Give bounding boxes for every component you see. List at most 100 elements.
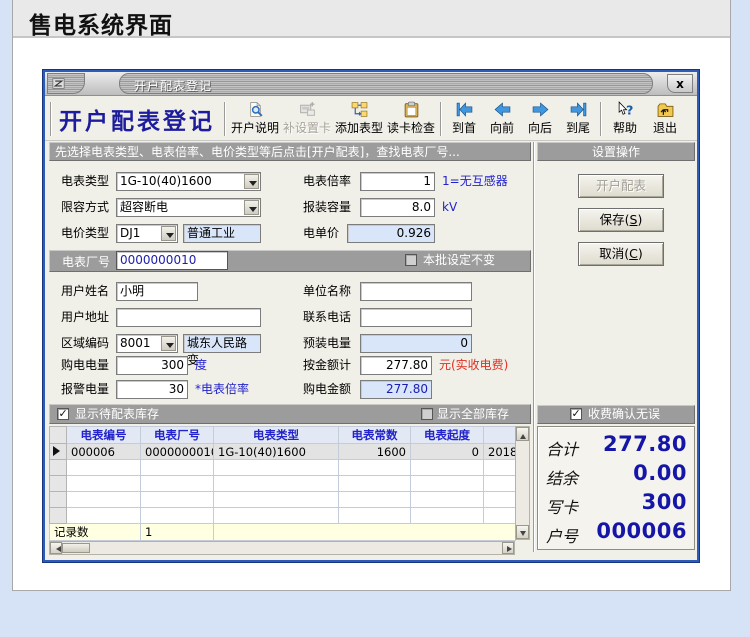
close-button[interactable]: x (667, 74, 693, 93)
doc-search-icon (249, 102, 263, 117)
table-footer-row: 记录数 1 (49, 523, 516, 541)
table-empty-row (49, 491, 516, 508)
batch-fixed-checkbox[interactable] (405, 254, 417, 266)
address-input[interactable] (116, 308, 261, 327)
column-header-extra[interactable] (483, 426, 516, 444)
hint-bar: 先选择电表类型、电表倍率、电价类型等后点击[开户配表]，查找电表厂号... (49, 142, 531, 161)
record-count-label: 记录数 (49, 523, 141, 541)
toolbar-button-open-help[interactable]: 开户说明 (229, 99, 281, 139)
scrollbar-thumb[interactable] (62, 543, 90, 553)
meter-ratio-label: 电表倍率 (303, 174, 352, 188)
write-card-label: 写卡 (546, 498, 579, 517)
org-name-input[interactable] (360, 282, 472, 301)
column-header-meter-type[interactable]: 电表类型 (213, 426, 339, 444)
column-header-factory-no[interactable]: 电表厂号 (140, 426, 214, 444)
write-card-value: 300 (641, 490, 687, 514)
toolbar-button-next[interactable]: 向后 (521, 99, 559, 139)
phone-label: 联系电话 (303, 310, 352, 324)
toolbar-button-first[interactable]: 到首 (445, 99, 483, 139)
window-titlebar: 开户配表登记 x (45, 72, 697, 96)
show-all-label: 显示全部库存 (437, 407, 510, 421)
limit-mode-label: 限容方式 (61, 200, 110, 214)
capacity-hint: kV (442, 200, 458, 214)
price-type-combo[interactable]: DJ1 (116, 224, 178, 243)
record-count-value: 1 (140, 523, 214, 541)
meter-ratio-input[interactable]: 1 (360, 172, 435, 191)
toolbar-separator (600, 101, 603, 136)
toolbar-button-help[interactable]: ? 帮助 (605, 99, 645, 139)
toolbar-button-exit[interactable]: 退出 (645, 99, 685, 139)
toolbar-separator (440, 101, 443, 136)
window-logo-icon (52, 78, 65, 89)
meter-ratio-hint: 1=无互感器 (442, 174, 508, 188)
page-title: 售电系统界面 (29, 13, 173, 39)
toolbar-button-read-card[interactable]: 读卡检查 (385, 99, 437, 139)
alarm-qty-hint: *电表倍率 (195, 382, 250, 396)
by-amount-label: 按金额计 (303, 358, 352, 372)
table-empty-row (49, 475, 516, 492)
column-header-meter-id[interactable]: 电表编号 (66, 426, 141, 444)
column-header-meter-constant[interactable]: 电表常数 (338, 426, 411, 444)
selector-column-header[interactable] (49, 426, 67, 444)
svg-text:?: ? (626, 103, 633, 118)
scroll-right-button[interactable] (502, 542, 514, 554)
phone-input[interactable] (360, 308, 472, 327)
panel-title-bar: 设置操作 (537, 142, 695, 161)
capacity-input[interactable]: 8.0 (360, 198, 435, 217)
toolbar-grip (50, 101, 52, 136)
user-name-label: 用户姓名 (61, 284, 110, 298)
area-code-combo[interactable]: 8001 (116, 334, 178, 353)
purchase-qty-hint: 度 (195, 358, 208, 372)
purchase-qty-input[interactable]: 300 (116, 356, 188, 375)
toolbar-button-prev[interactable]: 向前 (483, 99, 521, 139)
vertical-scrollbar[interactable] (515, 426, 530, 540)
page-header: 售电系统界面 (13, 0, 730, 39)
last-record-icon (570, 102, 586, 117)
price-type-desc: 普通工业 (183, 224, 261, 243)
purchase-amt-label: 购电金额 (303, 382, 352, 396)
horizontal-scrollbar[interactable] (49, 541, 515, 555)
read-card-icon (404, 101, 418, 118)
show-all-checkbox[interactable] (421, 408, 433, 420)
row-selector[interactable] (49, 443, 67, 460)
scroll-up-button[interactable] (516, 427, 529, 441)
alarm-qty-input[interactable]: 30 (116, 380, 188, 399)
by-amount-input[interactable]: 277.80 (360, 356, 432, 375)
balance-label: 结余 (546, 469, 579, 488)
write-card-row: 写卡 300 (538, 489, 694, 517)
show-pending-checkbox[interactable] (57, 407, 69, 420)
chevron-down-icon[interactable] (244, 200, 259, 215)
area-desc-field: 城东人民路变 (183, 334, 261, 367)
setup-card-icon (299, 102, 315, 116)
toolbar-separator (224, 101, 226, 136)
save-button[interactable]: 保存(S) (578, 208, 664, 232)
toolbar-button-last[interactable]: 到尾 (559, 99, 597, 139)
add-meter-type-icon (351, 102, 367, 117)
table-row[interactable]: 000006 0000000010 1G-10(40)1600 1600 0 2… (49, 443, 516, 460)
unit-price-field: 0.926 (347, 224, 435, 243)
limit-mode-combo[interactable]: 超容断电 (116, 198, 261, 217)
chevron-down-icon[interactable] (161, 226, 176, 241)
meter-type-label: 电表类型 (61, 174, 110, 188)
titlebar-pill: 开户配表登记 (119, 73, 653, 94)
chevron-down-icon[interactable] (244, 174, 259, 189)
cancel-button[interactable]: 取消(C) (578, 242, 664, 266)
window-title: 开户配表登记 (134, 79, 213, 93)
fee-confirm-checkbox[interactable] (570, 407, 582, 420)
scroll-down-button[interactable] (516, 525, 529, 539)
scroll-left-button[interactable] (50, 542, 62, 554)
user-name-input[interactable]: 小明 (116, 282, 198, 301)
chevron-down-icon[interactable] (161, 336, 176, 351)
meter-type-combo[interactable]: 1G-10(40)1600 (116, 172, 261, 191)
column-header-meter-start[interactable]: 电表起度 (410, 426, 484, 444)
table-empty-row (49, 459, 516, 476)
address-label: 用户地址 (61, 310, 110, 324)
toolbar-button-add-meter-type[interactable]: 添加表型 (333, 99, 385, 139)
factory-no-input[interactable]: 0000000010 (116, 251, 228, 270)
assign-meter-button: 开户配表 (578, 174, 664, 198)
toolbar: 开户配表登记 开户说明 补设置卡 添加表型 读卡检查 到首 向前 向后 到尾 ?… (45, 97, 697, 141)
current-row-icon (53, 445, 65, 456)
account-no-row: 户号 000006 (538, 518, 694, 546)
price-type-label: 电价类型 (61, 226, 110, 240)
purchase-amt-field: 277.80 (360, 380, 432, 399)
